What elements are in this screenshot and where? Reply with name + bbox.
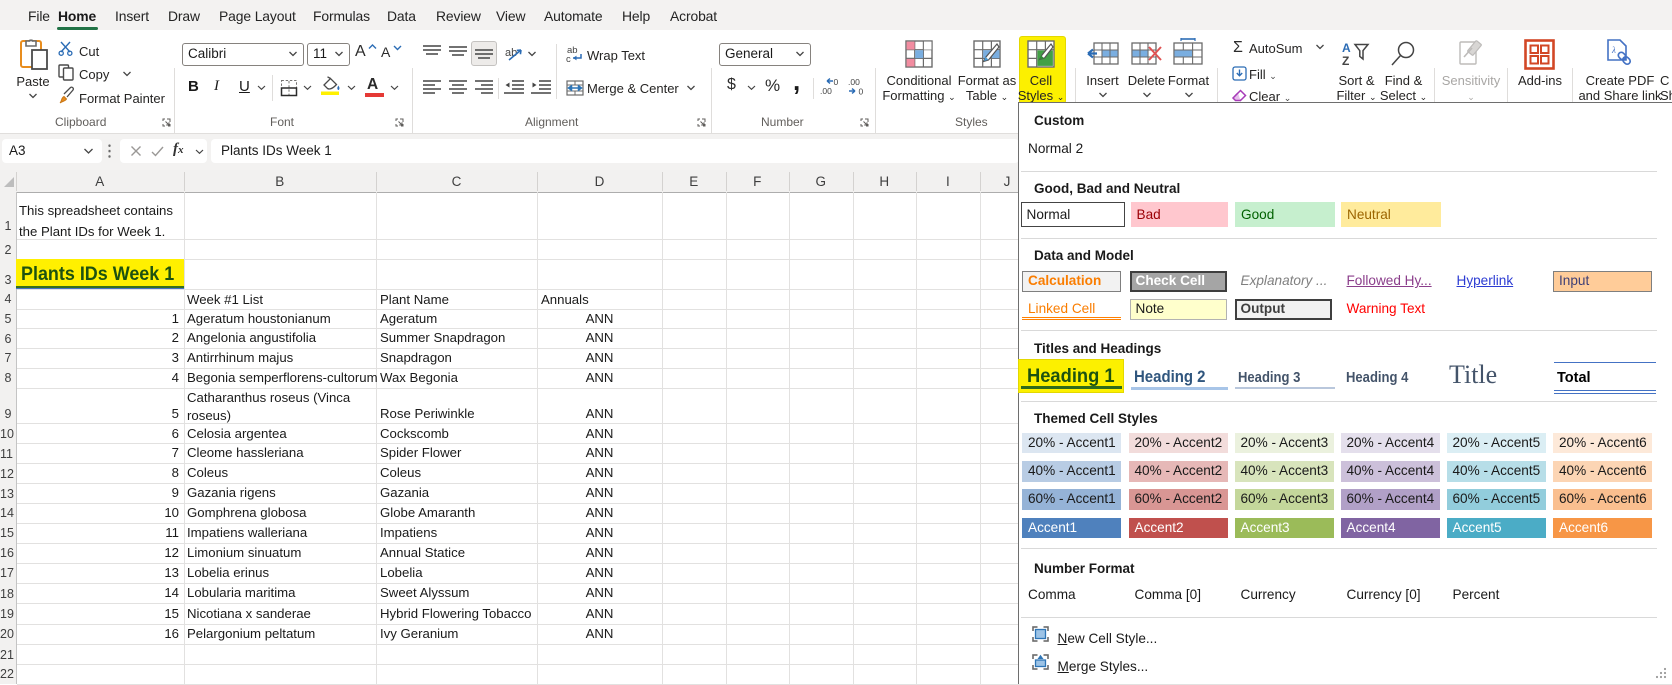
svg-text:0: 0 bbox=[834, 77, 839, 87]
svg-text:.00: .00 bbox=[848, 77, 860, 87]
svg-text:0: 0 bbox=[859, 87, 864, 97]
svg-text:A: A bbox=[1342, 41, 1351, 55]
svg-text:λ: λ bbox=[1611, 45, 1616, 55]
svg-text:c: c bbox=[566, 54, 571, 65]
svg-text:Z: Z bbox=[1342, 54, 1349, 68]
svg-text:.00: .00 bbox=[820, 86, 832, 96]
